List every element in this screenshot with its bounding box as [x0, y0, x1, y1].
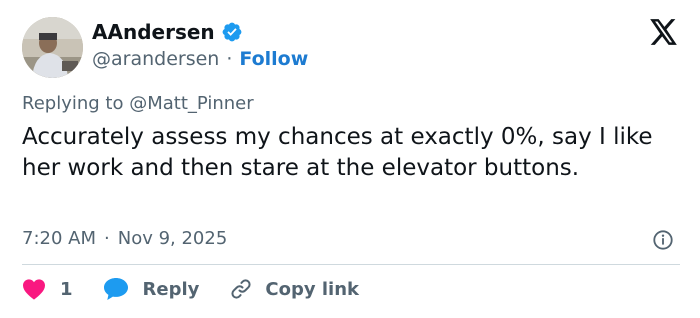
follow-button[interactable]: Follow	[239, 48, 308, 70]
reply-label: Reply	[142, 278, 200, 300]
link-icon	[229, 277, 253, 301]
replying-to-label: Replying to	[22, 93, 130, 114]
timestamp-separator: ·	[104, 228, 110, 249]
reply-button[interactable]: Reply	[103, 277, 200, 301]
speech-bubble-icon	[103, 277, 129, 301]
handle-separator: ·	[226, 48, 233, 70]
tweet-text: Accurately assess my chances at exactly …	[22, 124, 653, 181]
author-name-row: AAndersen	[92, 20, 243, 44]
tweet-card: AAndersen @arandersen · Follow Replying …	[0, 0, 700, 318]
action-bar: 1 Reply Copy link	[22, 277, 359, 301]
avatar[interactable]	[22, 17, 83, 78]
like-button[interactable]: 1	[22, 278, 73, 300]
tweet-time: 7:20 AM	[22, 228, 96, 249]
x-logo-icon[interactable]	[650, 19, 678, 45]
copy-link-label: Copy link	[265, 278, 359, 300]
info-icon[interactable]	[652, 229, 674, 251]
divider	[22, 264, 680, 265]
replying-to-handle[interactable]: @Matt_Pinner	[129, 93, 253, 114]
author-display-name[interactable]: AAndersen	[92, 20, 215, 44]
like-count: 1	[60, 278, 73, 300]
tweet-date: Nov 9, 2025	[117, 228, 228, 249]
copy-link-button[interactable]: Copy link	[229, 277, 359, 301]
author-handle[interactable]: @arandersen	[92, 48, 219, 70]
tweet-timestamp[interactable]: 7:20 AM · Nov 9, 2025	[22, 228, 227, 249]
verified-badge-icon	[221, 21, 243, 43]
author-handle-row: @arandersen · Follow	[92, 48, 308, 70]
replying-to-row: Replying to @Matt_Pinner	[22, 93, 254, 114]
heart-icon	[22, 278, 46, 300]
